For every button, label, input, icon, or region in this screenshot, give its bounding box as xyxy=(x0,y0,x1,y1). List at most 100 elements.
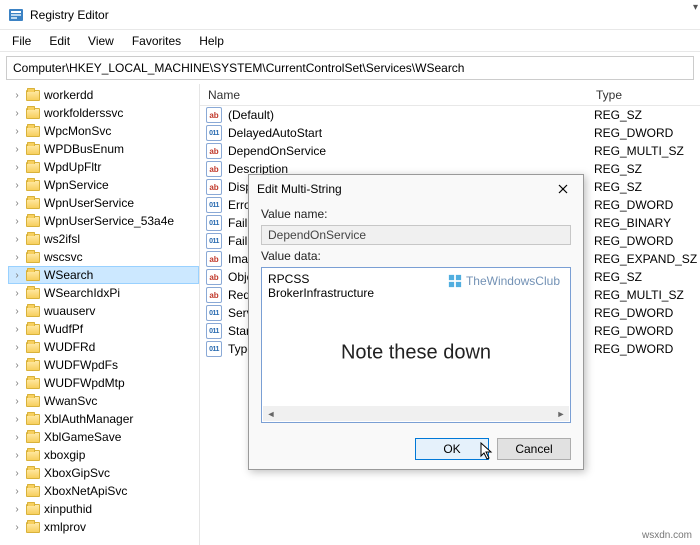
ok-button[interactable]: OK xyxy=(415,438,489,460)
value-row[interactable]: abDependOnService xyxy=(200,142,588,160)
chevron-right-icon[interactable]: › xyxy=(12,198,22,209)
tree-item[interactable]: ›xmlprov xyxy=(8,518,199,536)
tree-item[interactable]: ›XboxGipSvc xyxy=(8,464,199,482)
tree-item-label: WudfPf xyxy=(44,322,83,336)
folder-icon xyxy=(26,162,40,173)
tree-item[interactable]: ›WwanSvc xyxy=(8,392,199,410)
chevron-right-icon[interactable]: › xyxy=(12,432,22,443)
chevron-right-icon[interactable]: › xyxy=(12,396,22,407)
tree-item[interactable]: ›WpnUserService xyxy=(8,194,199,212)
value-type: REG_MULTI_SZ xyxy=(588,142,700,160)
tree-item-label: WpcMonSvc xyxy=(44,124,111,138)
tree-item[interactable]: ›WUDFWpdMtp xyxy=(8,374,199,392)
menu-help[interactable]: Help xyxy=(191,32,232,50)
chevron-right-icon[interactable]: › xyxy=(12,324,22,335)
chevron-right-icon[interactable]: › xyxy=(12,144,22,155)
tree-item[interactable]: › WSearch xyxy=(8,266,199,284)
chevron-right-icon[interactable]: › xyxy=(12,126,22,137)
chevron-right-icon[interactable]: › xyxy=(12,108,22,119)
folder-icon xyxy=(26,450,40,461)
annotation-text: Note these down xyxy=(341,341,491,364)
tree-item-label: WSearch xyxy=(44,268,93,282)
chevron-down-icon[interactable]: ▾ xyxy=(693,2,698,13)
tree-item[interactable]: › WpdUpFltr xyxy=(8,158,199,176)
chevron-right-icon[interactable]: › xyxy=(12,450,22,461)
tree-item[interactable]: ›WPDBusEnum xyxy=(8,140,199,158)
value-name-label: Value name: xyxy=(261,207,571,221)
folder-icon xyxy=(26,198,40,209)
tree-item-label: xboxgip xyxy=(44,448,85,462)
menu-favorites[interactable]: Favorites xyxy=(124,32,189,50)
tree-item[interactable]: ›XboxNetApiSvc xyxy=(8,482,199,500)
menu-view[interactable]: View xyxy=(80,32,122,50)
chevron-right-icon[interactable]: › xyxy=(12,342,22,353)
folder-icon xyxy=(26,234,40,245)
chevron-right-icon[interactable]: › xyxy=(12,504,22,515)
dialog-titlebar: Edit Multi-String xyxy=(249,175,583,203)
tree-item[interactable]: ›WSearchIdxPi xyxy=(8,284,199,302)
tree-item[interactable]: ›XblAuthManager xyxy=(8,410,199,428)
value-row[interactable]: ab(Default) xyxy=(200,106,588,124)
folder-icon xyxy=(26,378,40,389)
tree-item[interactable]: ›WUDFRd xyxy=(8,338,199,356)
string-value-icon: ab xyxy=(206,143,222,159)
tree-item[interactable]: ›WpnService xyxy=(8,176,199,194)
menu-file[interactable]: File xyxy=(4,32,39,50)
string-value-icon: ab xyxy=(206,287,222,303)
chevron-right-icon[interactable]: › xyxy=(12,90,22,101)
tree-item[interactable]: › workerdd xyxy=(8,86,199,104)
menu-edit[interactable]: Edit xyxy=(41,32,78,50)
tree-item[interactable]: ›XblGameSave xyxy=(8,428,199,446)
value-row[interactable]: 011DelayedAutoStart xyxy=(200,124,588,142)
tree-item[interactable]: ›WpnUserService_53a4e xyxy=(8,212,199,230)
tree-item[interactable]: ›xinputhid xyxy=(8,500,199,518)
tree-item[interactable]: › workfolderssvc xyxy=(8,104,199,122)
tree-item-label: workfolderssvc xyxy=(44,106,123,120)
chevron-right-icon[interactable]: › xyxy=(12,468,22,479)
value-name-field[interactable]: DependOnService xyxy=(261,225,571,245)
chevron-right-icon[interactable]: › xyxy=(12,414,22,425)
tree-item[interactable]: › WpcMonSvc xyxy=(8,122,199,140)
scroll-left-icon[interactable]: ◄ xyxy=(263,406,279,421)
value-type: REG_SZ xyxy=(588,106,700,124)
chevron-right-icon[interactable]: › xyxy=(12,270,22,281)
window-title: Registry Editor xyxy=(30,8,109,22)
binary-value-icon: 011 xyxy=(206,305,222,321)
column-header-type[interactable]: Type xyxy=(588,84,700,106)
horizontal-scrollbar[interactable]: ◄ ► xyxy=(263,406,569,421)
scroll-right-icon[interactable]: ► xyxy=(553,406,569,421)
close-button[interactable] xyxy=(551,179,575,199)
folder-icon xyxy=(26,90,40,101)
folder-icon xyxy=(26,216,40,227)
chevron-right-icon[interactable]: › xyxy=(12,360,22,371)
tree-item[interactable]: › xboxgip xyxy=(8,446,199,464)
cancel-button[interactable]: Cancel xyxy=(497,438,571,460)
tree-item-label: workerdd xyxy=(44,88,93,102)
watermark-text: TheWindowsClub xyxy=(466,274,560,288)
tree-item[interactable]: ›ws2ifsl xyxy=(8,230,199,248)
chevron-right-icon[interactable]: › xyxy=(12,234,22,245)
chevron-right-icon[interactable]: › xyxy=(12,522,22,533)
chevron-right-icon[interactable]: › xyxy=(12,288,22,299)
chevron-right-icon[interactable]: › xyxy=(12,378,22,389)
column-header-name[interactable]: Name xyxy=(200,84,588,106)
chevron-right-icon[interactable]: › xyxy=(12,252,22,263)
value-type: REG_DWORD xyxy=(588,304,700,322)
value-type: REG_DWORD xyxy=(588,124,700,142)
tree-item[interactable]: ›wscsvc xyxy=(8,248,199,266)
chevron-right-icon[interactable]: › xyxy=(12,180,22,191)
tree-item[interactable]: › WudfPf xyxy=(8,320,199,338)
tree-item-label: WUDFWpdFs xyxy=(44,358,118,372)
chevron-right-icon[interactable]: › xyxy=(12,486,22,497)
address-bar[interactable]: Computer\HKEY_LOCAL_MACHINE\SYSTEM\Curre… xyxy=(6,56,694,80)
chevron-right-icon[interactable]: › xyxy=(12,162,22,173)
chevron-right-icon[interactable]: › xyxy=(12,306,22,317)
footer-watermark: wsxdn.com xyxy=(642,530,692,541)
tree-item-label: WpdUpFltr xyxy=(44,160,101,174)
tree-item[interactable]: › WUDFWpdFs xyxy=(8,356,199,374)
string-value-icon: ab xyxy=(206,107,222,123)
folder-icon xyxy=(26,180,40,191)
tree-view[interactable]: › workerdd › workfolderssvc › WpcMonSvc ›WPDBu… xyxy=(0,84,200,545)
chevron-right-icon[interactable]: › xyxy=(12,216,22,227)
tree-item[interactable]: ›wuauserv xyxy=(8,302,199,320)
